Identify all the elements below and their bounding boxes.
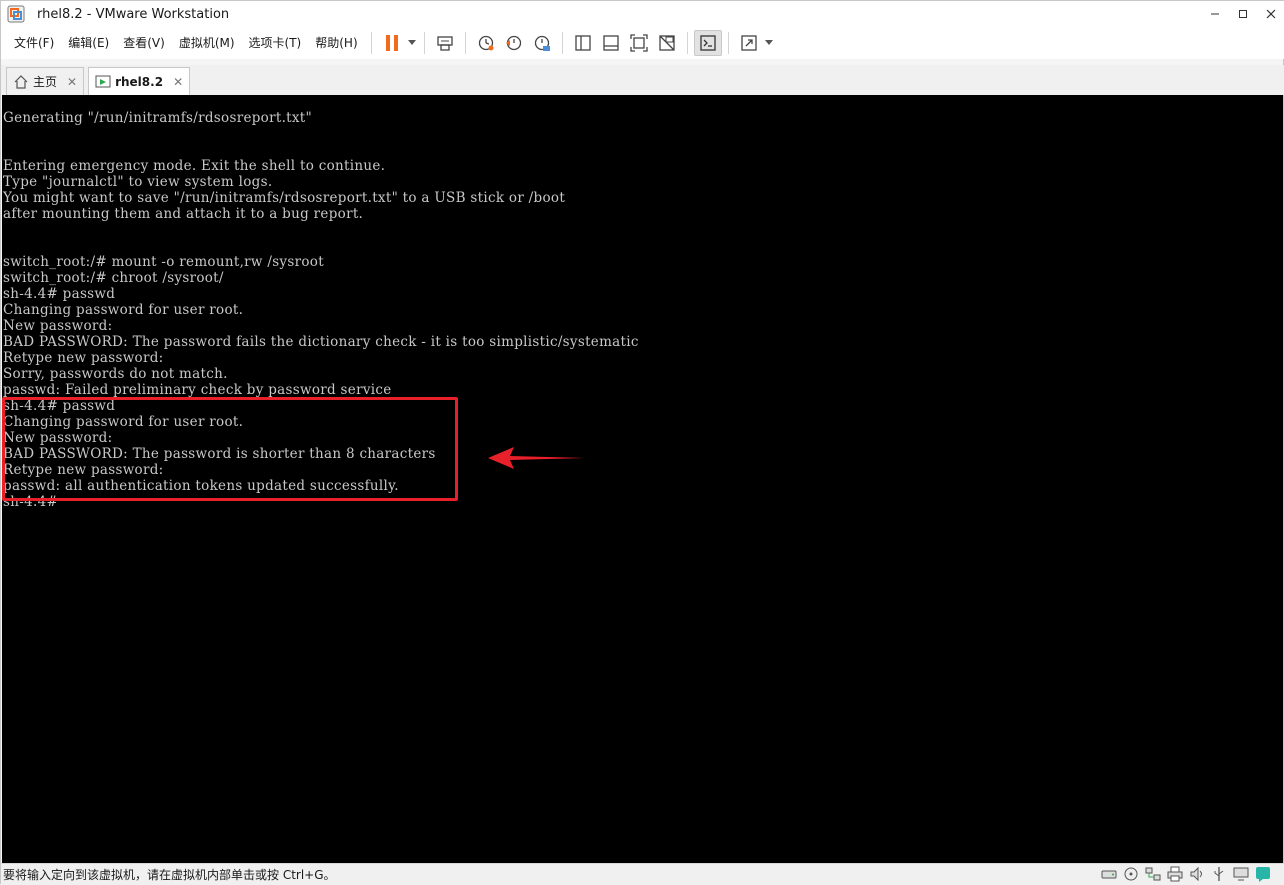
menu-toolbar: 文件(F) 编辑(E) 查看(V) 虚拟机(M) 选项卡(T) 帮助(H) [1, 27, 1284, 59]
highlight-box [2, 397, 458, 501]
close-icon[interactable]: ✕ [173, 75, 183, 89]
toolbar-separator [727, 32, 729, 54]
console-line: New password: [3, 318, 113, 334]
minimize-button[interactable] [1201, 1, 1229, 27]
thumbnail-bar-button[interactable] [597, 30, 625, 56]
console-line: You might want to save "/run/initramfs/r… [3, 190, 566, 206]
fullscreen-icon [629, 34, 648, 52]
menu-edit[interactable]: 编辑(E) [61, 31, 116, 55]
maximize-button[interactable] [1229, 1, 1257, 27]
toolbar-separator [370, 32, 372, 54]
snapshot-manager-icon [534, 35, 550, 51]
tab-bar: 主页 ✕ rhel8.2 ✕ [1, 65, 1284, 95]
printer-icon[interactable] [1167, 866, 1183, 882]
menu-view[interactable]: 查看(V) [116, 31, 172, 55]
tab-rhel[interactable]: rhel8.2 ✕ [88, 67, 191, 95]
snapshot-icon [478, 35, 494, 51]
home-icon [14, 74, 28, 89]
vmware-icon [7, 5, 25, 23]
stretch-icon [740, 35, 757, 51]
vm-console[interactable]: Generating "/run/initramfs/rdsosreport.t… [2, 95, 1283, 863]
toolbar-separator [561, 32, 563, 54]
usb-icon[interactable] [1211, 866, 1227, 882]
tab-home[interactable]: 主页 ✕ [6, 67, 85, 95]
send-ctrl-alt-del-button[interactable] [431, 30, 459, 56]
tab-rhel-label: rhel8.2 [115, 74, 164, 89]
tab-home-label: 主页 [33, 75, 58, 89]
title-bar: rhel8.2 - VMware Workstation [1, 1, 1284, 27]
console-line: switch_root:/# chroot /sysroot/ [3, 270, 224, 286]
minimize-icon [1211, 13, 1219, 15]
revert-snapshot-button[interactable] [500, 30, 528, 56]
maximize-icon [1239, 10, 1247, 18]
vmware-window: rhel8.2 - VMware Workstation 文件(F) 编辑(E)… [0, 0, 1284, 885]
unity-button[interactable] [653, 30, 681, 56]
toolbar-separator [423, 32, 425, 54]
console-line: Changing password for user root. [3, 302, 244, 318]
network-icon[interactable] [1145, 866, 1161, 882]
toolbar-separator [686, 32, 688, 54]
hard-disk-icon[interactable] [1101, 866, 1117, 882]
console-line: BAD PASSWORD: The password fails the dic… [3, 334, 639, 350]
close-icon [1266, 9, 1276, 19]
take-snapshot-button[interactable] [472, 30, 500, 56]
console-line: Generating "/run/initramfs/rdsosreport.t… [3, 110, 313, 126]
snapshot-manager-button[interactable] [528, 30, 556, 56]
vm-icon [95, 75, 111, 87]
console-line: Sorry, passwords do not match. [3, 366, 228, 382]
status-bar: 要将输入定向到该虚拟机，请在虚拟机内部单击或按 Ctrl+G。 [1, 863, 1284, 885]
pause-button[interactable] [378, 30, 406, 56]
status-message: 要将输入定向到该虚拟机，请在虚拟机内部单击或按 Ctrl+G。 [3, 868, 336, 882]
annotation-arrow [488, 447, 585, 469]
window-title: rhel8.2 - VMware Workstation [37, 6, 230, 22]
display-icon[interactable] [1233, 866, 1249, 882]
console-line: Type "journalctl" to view system logs. [3, 174, 273, 190]
library-button[interactable] [569, 30, 597, 56]
cd-icon[interactable] [1123, 866, 1139, 882]
console-view-icon [699, 35, 716, 51]
power-dropdown[interactable] [406, 30, 418, 56]
close-button[interactable] [1257, 1, 1284, 27]
chevron-down-icon [407, 40, 416, 45]
console-line: sh-4.4# passwd [3, 286, 116, 302]
stretch-button[interactable] [735, 30, 763, 56]
unity-icon [658, 35, 675, 51]
thumbnail-bar-icon [602, 35, 619, 51]
toolbar-separator [464, 32, 466, 54]
console-line: switch_root:/# mount -o remount,rw /sysr… [3, 254, 324, 270]
console-line: passwd: Failed preliminary check by pass… [3, 382, 392, 398]
console-view-button[interactable] [693, 30, 722, 56]
fullscreen-button[interactable] [625, 30, 653, 56]
revert-snapshot-icon [505, 35, 521, 51]
console-line: Entering emergency mode. Exit the shell … [3, 158, 386, 174]
menu-vm[interactable]: 虚拟机(M) [172, 31, 242, 55]
close-icon[interactable]: ✕ [67, 75, 77, 89]
console-line: Retype new password: [3, 350, 164, 366]
stretch-dropdown[interactable] [763, 30, 775, 56]
send-ctrl-alt-del-icon [436, 36, 453, 51]
console-line: after mounting them and attach it to a b… [3, 206, 364, 222]
pause-icon [385, 35, 398, 51]
menu-tabs[interactable]: 选项卡(T) [242, 31, 309, 55]
chevron-down-icon [764, 40, 773, 45]
message-icon[interactable] [1255, 866, 1271, 882]
menu-file[interactable]: 文件(F) [7, 31, 61, 55]
menu-help[interactable]: 帮助(H) [308, 31, 364, 55]
sound-icon[interactable] [1189, 866, 1205, 882]
library-icon [574, 35, 591, 51]
